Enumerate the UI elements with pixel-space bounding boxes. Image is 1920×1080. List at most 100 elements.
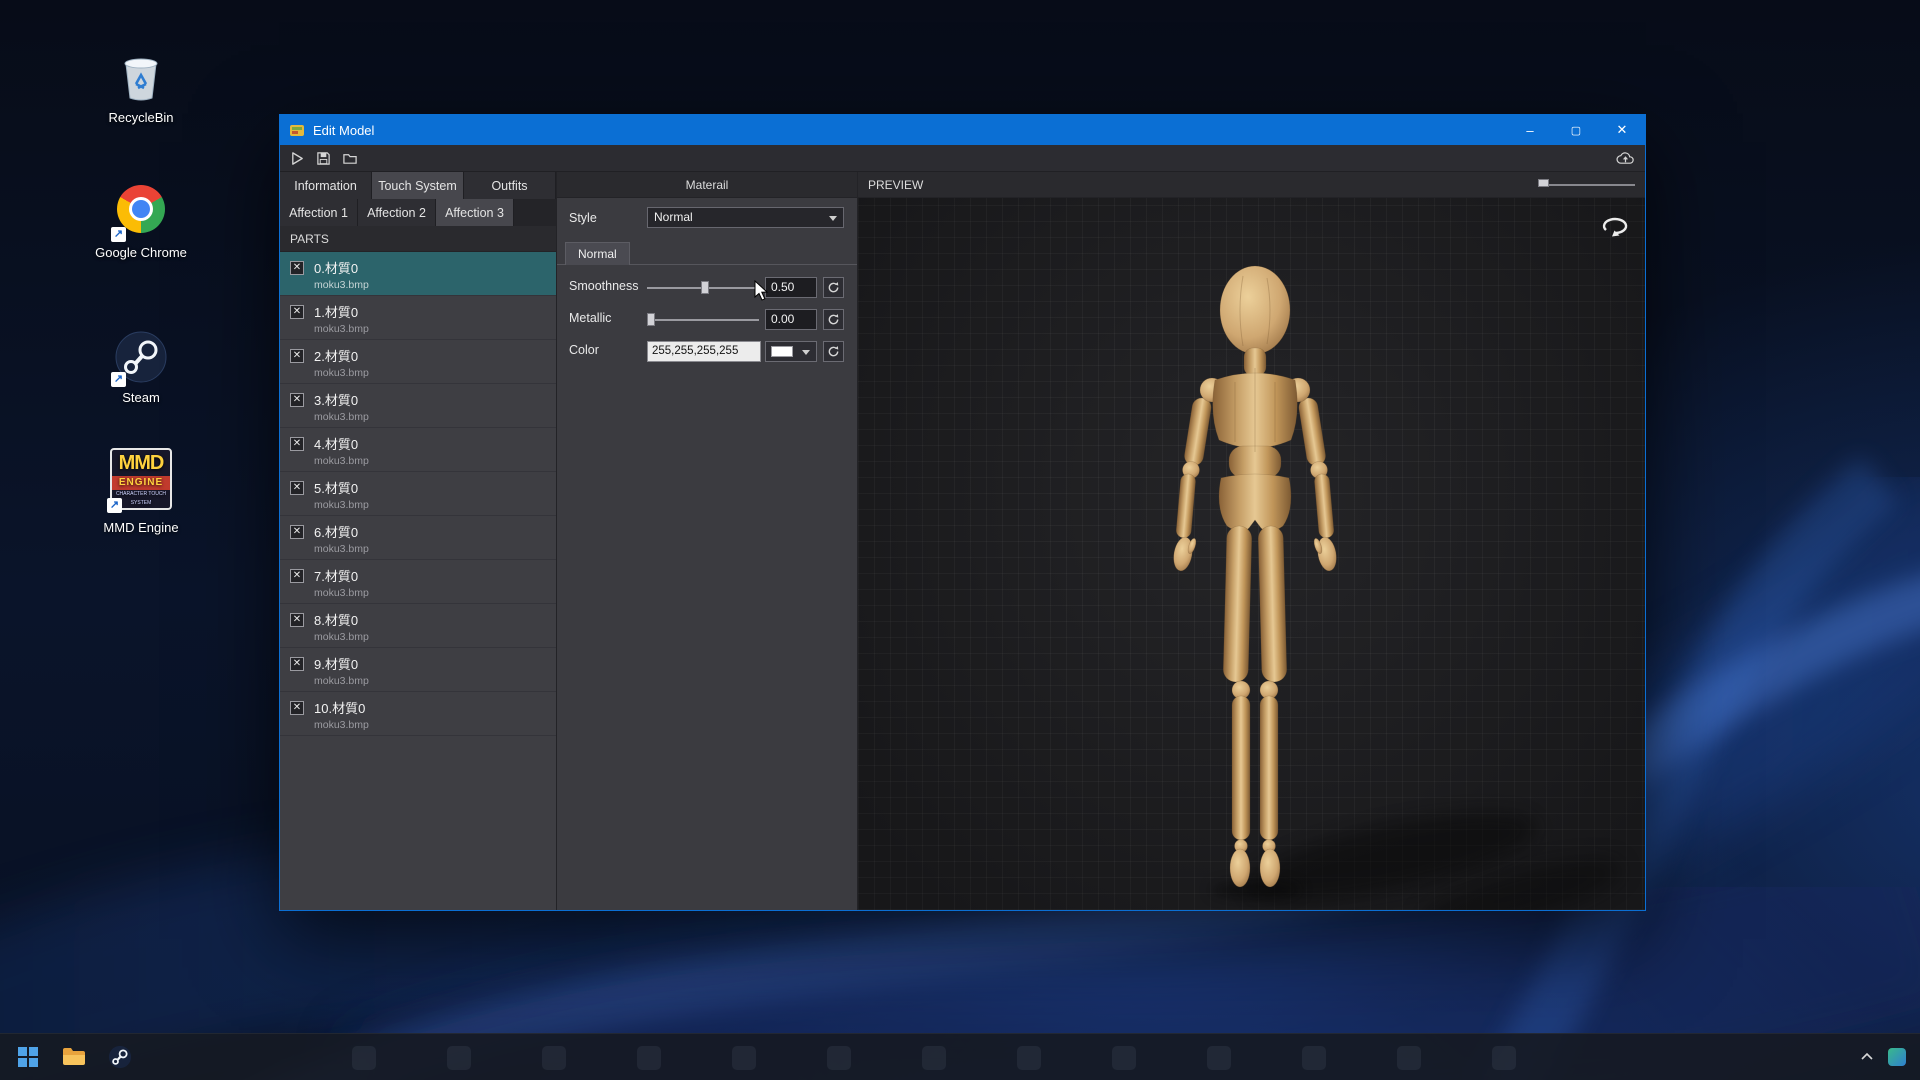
taskbar-ghost-icon [447,1046,471,1070]
preview-panel: PREVIEW [858,172,1645,910]
taskbar-ghost-icon [922,1046,946,1070]
desktop-icon-steam[interactable]: ↗ Steam [85,330,197,405]
reset-button[interactable] [823,277,844,298]
cloud-upload-icon[interactable] [1616,151,1635,166]
part-texture-name: moku3.bmp [314,323,548,335]
desktop-icon-label: Google Chrome [85,245,197,260]
part-checkbox[interactable] [290,393,304,407]
toolbar [280,145,1645,172]
desktop-icon-label: RecycleBin [85,110,197,125]
style-dropdown[interactable]: Normal [647,207,844,228]
property-value-input[interactable]: 0.00 [765,309,817,330]
part-checkbox[interactable] [290,701,304,715]
slider-thumb[interactable] [701,281,709,294]
part-texture-name: moku3.bmp [314,719,548,731]
slider-thumb[interactable] [647,313,655,326]
secondary-tab-bar: Affection 1Affection 2Affection 3 [280,199,556,226]
preview-viewport[interactable] [858,198,1645,910]
reset-button[interactable] [823,309,844,330]
parts-list-item[interactable]: 0.材質0 moku3.bmp [280,252,556,296]
primary-tab-bar: InformationTouch SystemOutfits [280,172,556,199]
part-checkbox[interactable] [290,613,304,627]
window-title: Edit Model [313,123,374,138]
parts-list-item[interactable]: 9.材質0 moku3.bmp [280,648,556,692]
desktop-icon-chrome[interactable]: ↗ Google Chrome [85,182,197,260]
chevron-down-icon [829,216,837,221]
preview-zoom-slider[interactable] [1539,172,1635,197]
parts-list-item[interactable]: 1.材質0 moku3.bmp [280,296,556,340]
part-title: 5.材質0 [314,478,548,497]
slider-thumb[interactable] [1538,179,1549,187]
taskbar-ghost-icon [1112,1046,1136,1070]
affection-tab[interactable]: Affection 3 [436,199,514,226]
color-swatch-dropdown[interactable] [765,341,817,362]
taskbar-ghost-icon [637,1046,661,1070]
recycle-bin-icon [114,50,168,104]
primary-tab[interactable]: Outfits [464,172,556,199]
part-texture-name: moku3.bmp [314,587,548,599]
taskbar-ghost-icon [1492,1046,1516,1070]
parts-list-item[interactable]: 10.材質0 moku3.bmp [280,692,556,736]
chevron-down-icon [802,350,810,355]
part-checkbox[interactable] [290,261,304,275]
part-title: 7.材質0 [314,566,548,585]
window-titlebar[interactable]: Edit Model – ▢ ✕ [280,115,1645,145]
play-button[interactable] [290,151,305,166]
save-button[interactable] [316,151,331,166]
parts-list-item[interactable]: 7.材質0 moku3.bmp [280,560,556,604]
tab-normal[interactable]: Normal [565,242,630,265]
maximize-button[interactable]: ▢ [1553,115,1599,145]
color-value-input[interactable]: 255,255,255,255 [647,341,761,362]
material-property-row: Smoothness 0.50 [557,275,857,301]
parts-list-item[interactable]: 3.材質0 moku3.bmp [280,384,556,428]
primary-tab[interactable]: Information [280,172,372,199]
parts-list-item[interactable]: 8.材質0 moku3.bmp [280,604,556,648]
property-slider[interactable] [647,307,759,333]
primary-tab[interactable]: Touch System [372,172,464,199]
part-texture-name: moku3.bmp [314,675,548,687]
chrome-icon: ↗ [114,185,168,239]
color-label: Color [569,343,599,357]
property-slider[interactable] [647,275,759,301]
start-button[interactable] [8,1037,48,1077]
file-explorer-button[interactable] [54,1037,94,1077]
property-value-input[interactable]: 0.50 [765,277,817,298]
taskbar-ghost-icon [352,1046,376,1070]
material-header: Materail [557,172,857,198]
affection-tab[interactable]: Affection 2 [358,199,436,226]
rotate-view-icon[interactable] [1599,214,1631,238]
part-title: 1.材質0 [314,302,548,321]
part-texture-name: moku3.bmp [314,411,548,423]
part-texture-name: moku3.bmp [314,455,548,467]
app-icon [289,122,305,138]
minimize-button[interactable]: – [1507,115,1553,145]
desktop-icon-mmd-engine[interactable]: MMD ENGINE CHARACTER TOUCH SYSTEM ↗ MMD … [85,452,197,535]
parts-list-item[interactable]: 4.材質0 moku3.bmp [280,428,556,472]
refresh-icon [827,345,840,358]
part-checkbox[interactable] [290,525,304,539]
tray-chevron-up-icon[interactable] [1860,1052,1874,1062]
tray-app-icon[interactable] [1888,1048,1906,1066]
close-button[interactable]: ✕ [1599,115,1645,145]
material-panel: Materail Style Normal Normal Smoothness [557,172,858,910]
open-folder-button[interactable] [342,151,358,166]
part-texture-name: moku3.bmp [314,279,548,291]
part-checkbox[interactable] [290,349,304,363]
steam-icon: ↗ [114,330,168,384]
steam-taskbar-button[interactable] [100,1037,140,1077]
part-title: 0.材質0 [314,258,548,277]
parts-list-item[interactable]: 2.材質0 moku3.bmp [280,340,556,384]
part-checkbox[interactable] [290,481,304,495]
part-checkbox[interactable] [290,657,304,671]
part-checkbox[interactable] [290,569,304,583]
part-checkbox[interactable] [290,437,304,451]
parts-list-item[interactable]: 5.材質0 moku3.bmp [280,472,556,516]
part-checkbox[interactable] [290,305,304,319]
affection-tab[interactable]: Affection 1 [280,199,358,226]
reset-button[interactable] [823,341,844,362]
parts-header: PARTS [280,226,556,252]
parts-list-item[interactable]: 6.材質0 moku3.bmp [280,516,556,560]
part-title: 3.材質0 [314,390,548,409]
desktop-icon-recyclebin[interactable]: RecycleBin [85,50,197,125]
parts-list: 0.材質0 moku3.bmp 1.材質0 moku3.bmp 2.材質0 mo… [280,252,556,910]
